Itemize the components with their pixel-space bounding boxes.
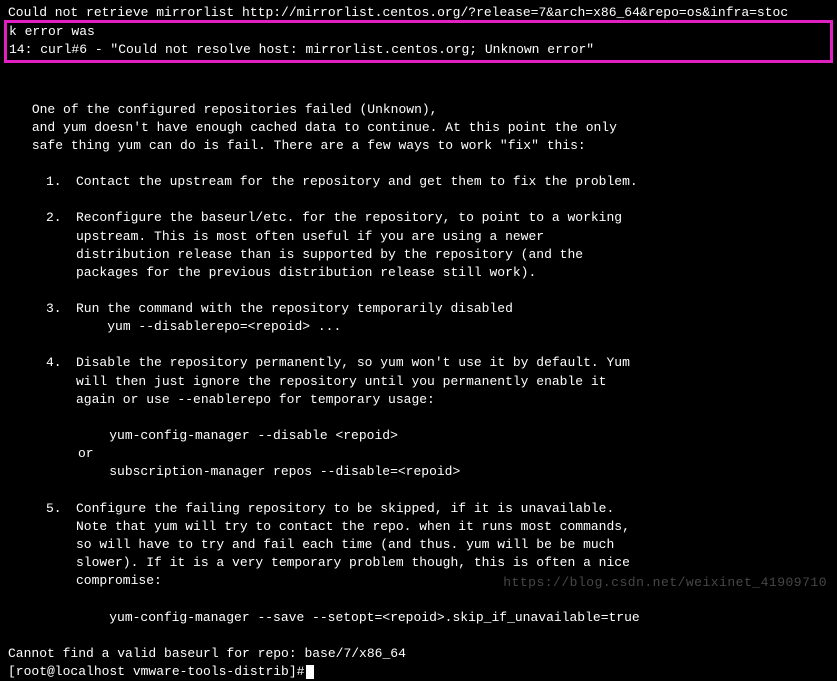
suggestion-4-or: or [8, 445, 829, 463]
intro-line-1: One of the configured repositories faile… [8, 101, 829, 119]
suggestion-5: 5. Configure the failing repository to b… [8, 500, 829, 591]
suggestion-5-text: Configure the failing repository to be s… [76, 500, 829, 518]
suggestion-4-text: Disable the repository permanently, so y… [76, 354, 829, 372]
list-number: 3. [46, 300, 76, 336]
suggestion-5-cmd: yum-config-manager --save --setopt=<repo… [8, 609, 829, 627]
suggestion-5-text: so will have to try and fail each time (… [76, 536, 829, 554]
list-number: 2. [46, 209, 76, 282]
footer-error-line: Cannot find a valid baseurl for repo: ba… [8, 645, 829, 663]
suggestion-5-text: slower). If it is a very temporary probl… [76, 554, 829, 572]
suggestion-3-cmd: yum --disablerepo=<repoid> ... [76, 318, 829, 336]
suggestion-5-text: compromise: [76, 572, 829, 590]
suggestion-3-text: Run the command with the repository temp… [76, 300, 829, 318]
suggestion-3: 3. Run the command with the repository t… [8, 300, 829, 336]
suggestion-5-text: Note that yum will try to contact the re… [76, 518, 829, 536]
suggestion-2-text: packages for the previous distribution r… [76, 264, 829, 282]
highlighted-error-box: k error was 14: curl#6 - "Could not reso… [4, 20, 833, 62]
cursor-icon [306, 665, 314, 679]
suggestion-4-cmd-2: subscription-manager repos --disable=<re… [8, 463, 829, 481]
list-number: 5. [46, 500, 76, 591]
suggestion-1-text: Contact the upstream for the repository … [76, 173, 829, 191]
intro-line-2: and yum doesn't have enough cached data … [8, 119, 829, 137]
intro-line-3: safe thing yum can do is fail. There are… [8, 137, 829, 155]
list-number: 4. [46, 354, 76, 409]
suggestion-4-text: will then just ignore the repository unt… [76, 373, 829, 391]
suggestion-2-text: Reconfigure the baseurl/etc. for the rep… [76, 209, 829, 227]
suggestion-1: 1. Contact the upstream for the reposito… [8, 173, 829, 191]
suggestion-2-text: distribution release than is supported b… [76, 246, 829, 264]
list-number: 1. [46, 173, 76, 191]
suggestion-4-text: again or use --enablerepo for temporary … [76, 391, 829, 409]
suggestion-2-text: upstream. This is most often useful if y… [76, 228, 829, 246]
suggestion-2: 2. Reconfigure the baseurl/etc. for the … [8, 209, 829, 282]
error-line-2: k error was [9, 23, 828, 41]
terminal-output: Could not retrieve mirrorlist http://mir… [8, 4, 829, 681]
error-line-3: 14: curl#6 - "Could not resolve host: mi… [9, 41, 828, 59]
suggestion-4-cmd-1: yum-config-manager --disable <repoid> [8, 427, 829, 445]
shell-prompt-line[interactable]: [root@localhost vmware-tools-distrib]# [8, 663, 829, 681]
shell-prompt-text: [root@localhost vmware-tools-distrib]# [8, 663, 304, 681]
suggestion-4: 4. Disable the repository permanently, s… [8, 354, 829, 409]
